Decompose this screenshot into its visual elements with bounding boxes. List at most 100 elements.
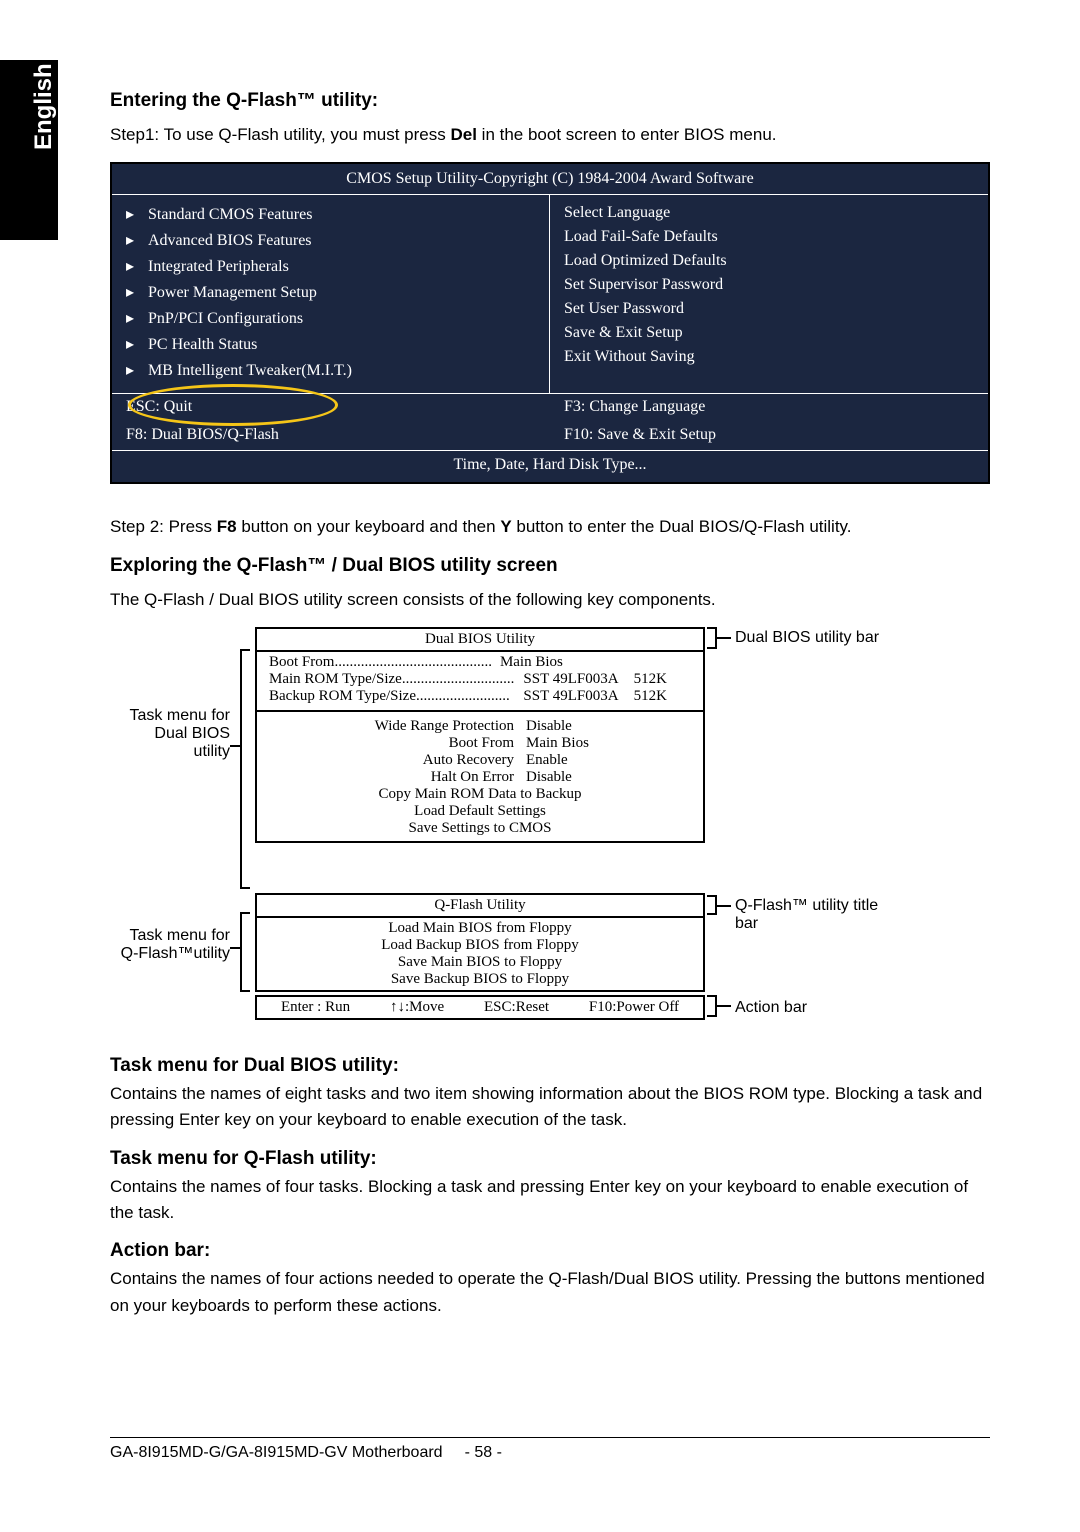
command-row[interactable]: Load Backup BIOS from Floppy: [257, 937, 703, 954]
bios-item[interactable]: Set User Password: [564, 297, 974, 321]
label-line: Q-Flash™ utility title: [735, 897, 878, 915]
bios-item-label: Integrated Peripherals: [148, 258, 289, 275]
command-row[interactable]: Copy Main ROM Data to Backup: [257, 786, 703, 803]
task-qflash-text: Contains the names of four tasks. Blocki…: [110, 1174, 990, 1227]
info-label: Backup ROM Type/Size: [263, 688, 416, 704]
language-side-label: English: [30, 63, 58, 150]
setting-value: Disable: [526, 718, 626, 735]
rail-stub: [717, 905, 731, 907]
rail-stub: [717, 637, 731, 639]
rail-tick: [707, 913, 717, 915]
info-label: Boot From: [269, 654, 334, 670]
info-dots: ..............................: [402, 671, 515, 687]
bios-left-col: ▸Standard CMOS Features ▸Advanced BIOS F…: [112, 195, 550, 393]
action-item: ↑↓:Move: [390, 999, 444, 1016]
rail-tick: [707, 647, 717, 649]
label-line: bar: [735, 915, 878, 933]
bios-item[interactable]: Set Supervisor Password: [564, 273, 974, 297]
rail-tick: [707, 1015, 717, 1017]
qflash-box: Q-Flash Utility Load Main BIOS from Flop…: [255, 893, 705, 992]
bios-item[interactable]: ▸Advanced BIOS Features: [126, 227, 535, 253]
bios-item-label: PnP/PCI Configurations: [148, 310, 303, 327]
action-bar-text: Contains the names of four actions neede…: [110, 1266, 990, 1319]
rail-tick: [240, 990, 250, 992]
setting-label: Wide Range Protection: [334, 718, 514, 735]
footer-page-number: - 58 -: [465, 1444, 502, 1462]
action-bar-heading: Action bar:: [110, 1240, 990, 1262]
rail-stub: [230, 947, 240, 949]
setting-row[interactable]: Boot From Main Bios: [257, 735, 703, 752]
rail-stub: [717, 1005, 731, 1007]
info-dots: .........................: [416, 688, 510, 704]
command-row[interactable]: Save Backup BIOS to Floppy: [257, 971, 703, 988]
command-row[interactable]: Load Default Settings: [257, 803, 703, 820]
bios-item[interactable]: ▸MB Intelligent Tweaker(M.I.T.): [126, 357, 535, 383]
label-line: Q-Flash™utility: [110, 945, 230, 963]
bios-item[interactable]: Load Optimized Defaults: [564, 249, 974, 273]
qflash-header: Q-Flash Utility: [257, 895, 703, 918]
label-qflash-bar: Q-Flash™ utility title bar: [735, 897, 878, 933]
step2-text: Step 2: Press F8 button on your keyboard…: [110, 514, 990, 540]
label-dual-bios-bar: Dual BIOS utility bar: [735, 629, 879, 647]
bios-item-label: Power Management Setup: [148, 284, 317, 301]
bios-item-label: PC Health Status: [148, 336, 257, 353]
bios-item[interactable]: ▸PC Health Status: [126, 331, 535, 357]
info-row: Main ROM Type/Size......................…: [257, 671, 703, 688]
command-row[interactable]: Save Main BIOS to Floppy: [257, 954, 703, 971]
bios-item[interactable]: Save & Exit Setup: [564, 321, 974, 345]
step1-key: Del: [450, 125, 476, 144]
setting-row[interactable]: Auto Recovery Enable: [257, 752, 703, 769]
task-dual-heading: Task menu for Dual BIOS utility:: [110, 1055, 990, 1077]
info-row: Backup ROM Type/Size....................…: [257, 688, 703, 705]
bios-right-col: Select Language Load Fail-Safe Defaults …: [550, 195, 988, 393]
step2-key1: F8: [217, 517, 237, 536]
setting-value: Main Bios: [526, 735, 626, 752]
label-line: Dual BIOS: [110, 725, 230, 743]
setting-value: Enable: [526, 752, 626, 769]
bios-title: CMOS Setup Utility-Copyright (C) 1984-20…: [112, 164, 988, 195]
action-item: F10:Power Off: [589, 999, 679, 1016]
rail-tick: [240, 912, 250, 914]
bios-item[interactable]: ▸Integrated Peripherals: [126, 253, 535, 279]
bios-item[interactable]: Load Fail-Safe Defaults: [564, 225, 974, 249]
task-dual-text: Contains the names of eight tasks and tw…: [110, 1081, 990, 1134]
dual-bios-box: Dual BIOS Utility Boot From.............…: [255, 627, 705, 843]
setting-row[interactable]: Halt On ErrorDisable: [257, 769, 703, 786]
info-row: Boot From...............................…: [257, 654, 703, 671]
step2-key2: Y: [500, 517, 511, 536]
setting-row[interactable]: Wide Range Protection Disable: [257, 718, 703, 735]
bios-hint-tr: F3: Change Language: [550, 394, 988, 422]
bios-item[interactable]: ▸PnP/PCI Configurations: [126, 305, 535, 331]
step1-text: Step1: To use Q-Flash utility, you must …: [110, 122, 990, 148]
task-qflash-heading: Task menu for Q-Flash utility:: [110, 1148, 990, 1170]
setting-label: Boot From: [334, 735, 514, 752]
command-row[interactable]: Load Main BIOS from Floppy: [257, 920, 703, 937]
rail-stub: [230, 745, 240, 747]
section2-heading: Exploring the Q-Flash™ / Dual BIOS utili…: [110, 555, 990, 577]
rail-tick: [707, 627, 717, 629]
setting-label: Halt On Error: [334, 769, 514, 786]
bios-footer: Time, Date, Hard Disk Type...: [112, 450, 988, 482]
info-label: Main ROM Type/Size: [263, 671, 402, 687]
command-row[interactable]: Save Settings to CMOS: [257, 820, 703, 837]
bios-item[interactable]: ▸Power Management Setup: [126, 279, 535, 305]
label-line: utility: [110, 743, 230, 761]
label-action-bar: Action bar: [735, 999, 807, 1017]
bios-item[interactable]: Exit Without Saving: [564, 345, 974, 369]
action-bar-box: Enter : Run ↑↓:Move ESC:Reset F10:Power …: [255, 995, 705, 1020]
label-line: Task menu for: [110, 927, 230, 945]
bios-item[interactable]: ▸Standard CMOS Features: [126, 201, 535, 227]
dual-bios-diagram: Task menu for Dual BIOS utility Task men…: [110, 627, 990, 1027]
info-value: Main Bios: [492, 654, 563, 671]
bios-item-label: Advanced BIOS Features: [148, 232, 312, 249]
rail-tick: [240, 887, 250, 889]
step2-a: Step 2: Press: [110, 517, 217, 536]
info-value: SST 49LF003A: [523, 688, 632, 705]
setting-label: Auto Recovery: [334, 752, 514, 769]
section2-intro: The Q-Flash / Dual BIOS utility screen c…: [110, 587, 990, 613]
bios-item-label: MB Intelligent Tweaker(M.I.T.): [148, 362, 352, 379]
step1-a: Step1: To use Q-Flash utility, you must …: [110, 125, 450, 144]
bios-item[interactable]: Select Language: [564, 201, 974, 225]
info-size: 512K: [632, 688, 697, 705]
rail-tick: [707, 995, 717, 997]
